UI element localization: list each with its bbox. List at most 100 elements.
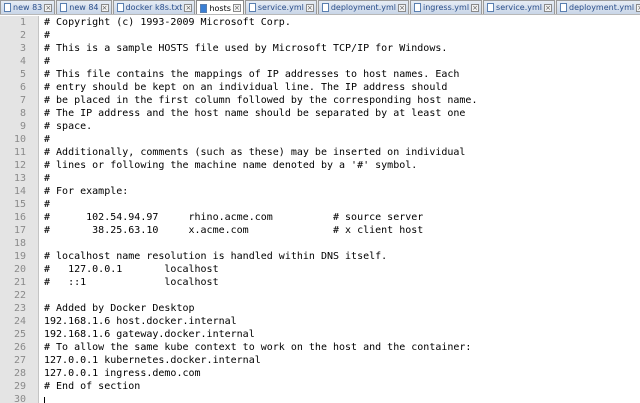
close-icon[interactable]: × xyxy=(305,3,314,12)
line-number: 11 xyxy=(13,147,26,158)
file-icon xyxy=(560,3,567,12)
tab-label: service.yml xyxy=(496,3,542,12)
code-line[interactable]: 7 # be placed in the first column followe… xyxy=(0,94,640,107)
line-text: # space. xyxy=(44,121,93,132)
line-number: 20 xyxy=(13,264,26,275)
code-line[interactable]: 13 # xyxy=(0,172,640,185)
tab-label: deployment.yml xyxy=(569,3,635,12)
line-text: # 102.54.94.97 rhino.acme.com # source s… xyxy=(44,212,424,223)
line-number: 8 xyxy=(19,108,26,119)
code-line[interactable]: 22 xyxy=(0,289,640,302)
tab-bar: new 83 × new 84 × docker k8s.txt × hosts × servi… xyxy=(0,0,640,15)
tab-new-84[interactable]: new 84 × xyxy=(56,0,112,14)
line-text: 127.0.0.1 ingress.demo.com xyxy=(44,368,201,379)
code-line[interactable]: 6 # entry should be kept on an individual… xyxy=(0,81,640,94)
line-text: # be placed in the first column followed… xyxy=(44,95,478,106)
line-number: 5 xyxy=(19,69,26,80)
line-text: # This is a sample HOSTS file used by Mi… xyxy=(44,43,448,54)
tab-service-yml[interactable]: service.yml × xyxy=(244,0,317,14)
line-text: # The IP address and the host name shoul… xyxy=(44,108,466,119)
line-number: 27 xyxy=(13,355,26,366)
tab-service-yml[interactable]: service.yml × xyxy=(483,0,555,14)
editor-area[interactable]: 1 # Copyright (c) 1993-2009 Microsoft Cor… xyxy=(0,16,640,403)
line-text: # End of section xyxy=(44,381,141,392)
code-line[interactable]: 14 # For example: xyxy=(0,185,640,198)
line-text: # Added by Docker Desktop xyxy=(44,303,195,314)
close-icon[interactable]: × xyxy=(100,3,109,12)
tab-ingress-yml[interactable]: ingress.yml × xyxy=(410,0,483,14)
file-icon xyxy=(60,3,68,12)
line-text: # xyxy=(44,30,51,41)
saved-file-icon xyxy=(200,3,208,13)
line-number: 9 xyxy=(19,121,26,132)
close-icon[interactable]: × xyxy=(184,3,193,12)
code-line[interactable]: 25 192.168.1.6 gateway.docker.internal xyxy=(0,328,640,341)
tab-deployment-yml[interactable]: deployment.yml× xyxy=(556,0,640,14)
tab-label: ingress.yml xyxy=(423,3,470,12)
code-line[interactable]: 19 # localhost name resolution is handled… xyxy=(0,250,640,263)
code-line[interactable]: 10 # xyxy=(0,133,640,146)
close-icon[interactable]: × xyxy=(232,4,241,12)
line-number: 23 xyxy=(13,303,26,314)
code-line[interactable]: 23 # Added by Docker Desktop xyxy=(0,302,640,315)
tab-new-83[interactable]: new 83 × xyxy=(0,0,56,14)
line-number: 14 xyxy=(13,186,26,197)
line-text: # ::1 localhost xyxy=(44,277,219,288)
line-number: 3 xyxy=(19,43,26,54)
line-number: 26 xyxy=(13,342,26,353)
line-number: 28 xyxy=(13,368,26,379)
file-icon xyxy=(414,3,421,12)
tab-hosts[interactable]: hosts × xyxy=(196,0,244,14)
tab-label: deployment.yml xyxy=(330,3,396,12)
code-line[interactable]: 20 # 127.0.0.1 localhost xyxy=(0,263,640,276)
code-line[interactable]: 2 # xyxy=(0,29,640,42)
line-number: 4 xyxy=(19,56,26,67)
close-icon[interactable]: × xyxy=(471,3,480,12)
line-number: 17 xyxy=(13,225,26,236)
line-text: # entry should be kept on an individual … xyxy=(44,82,448,93)
code-line[interactable]: 4 # xyxy=(0,55,640,68)
line-number: 19 xyxy=(13,251,26,262)
line-number: 7 xyxy=(19,95,26,106)
close-icon[interactable]: × xyxy=(636,3,640,12)
line-number: 13 xyxy=(13,173,26,184)
line-number: 18 xyxy=(13,238,26,249)
code-line[interactable]: 3 # This is a sample HOSTS file used by M… xyxy=(0,42,640,55)
line-text: # 38.25.63.10 x.acme.com # x client host xyxy=(44,225,424,236)
tab-label: new 83 xyxy=(13,3,43,12)
code-line[interactable]: 16 # 102.54.94.97 rhino.acme.com # source… xyxy=(0,211,640,224)
code-line[interactable]: 30 xyxy=(0,393,640,403)
code-line[interactable]: 15 # xyxy=(0,198,640,211)
code-line[interactable]: 8 # The IP address and the host name shou… xyxy=(0,107,640,120)
line-text: # xyxy=(44,56,51,67)
line-number: 2 xyxy=(19,30,26,41)
line-text: # xyxy=(44,134,51,145)
close-icon[interactable]: × xyxy=(398,3,406,12)
code-line[interactable]: 11 # Additionally, comments (such as thes… xyxy=(0,146,640,159)
code-line[interactable]: 12 # lines or following the machine name … xyxy=(0,159,640,172)
code-line[interactable]: 21 # ::1 localhost xyxy=(0,276,640,289)
line-text: # xyxy=(44,173,51,184)
line-number: 15 xyxy=(13,199,26,210)
line-text: # xyxy=(44,199,51,210)
close-icon[interactable]: × xyxy=(44,3,53,12)
code-line[interactable]: 27 127.0.0.1 kubernetes.docker.internal xyxy=(0,354,640,367)
code-line[interactable]: 17 # 38.25.63.10 x.acme.com # x client ho… xyxy=(0,224,640,237)
code-line[interactable]: 28 127.0.0.1 ingress.demo.com xyxy=(0,367,640,380)
line-text: # This file contains the mappings of IP … xyxy=(44,69,460,80)
code-line[interactable]: 24 192.168.1.6 host.docker.internal xyxy=(0,315,640,328)
text-cursor xyxy=(44,397,45,403)
tab-docker-k8s-txt[interactable]: docker k8s.txt × xyxy=(112,0,196,14)
close-icon[interactable]: × xyxy=(544,3,552,12)
code-line[interactable]: 26 # To allow the same kube context to wo… xyxy=(0,341,640,354)
tab-label: service.yml xyxy=(257,3,304,12)
code-line[interactable]: 5 # This file contains the mappings of IP… xyxy=(0,68,640,81)
code-line[interactable]: 9 # space. xyxy=(0,120,640,133)
tab-deployment-yml[interactable]: deployment.yml× xyxy=(317,0,409,14)
line-number: 30 xyxy=(13,394,26,403)
code-line[interactable]: 18 xyxy=(0,237,640,250)
code-line[interactable]: 29 # End of section xyxy=(0,380,640,393)
line-text: # Additionally, comments (such as these)… xyxy=(44,147,466,158)
code-line[interactable]: 1 # Copyright (c) 1993-2009 Microsoft Cor… xyxy=(0,16,640,29)
line-number: 6 xyxy=(19,82,26,93)
